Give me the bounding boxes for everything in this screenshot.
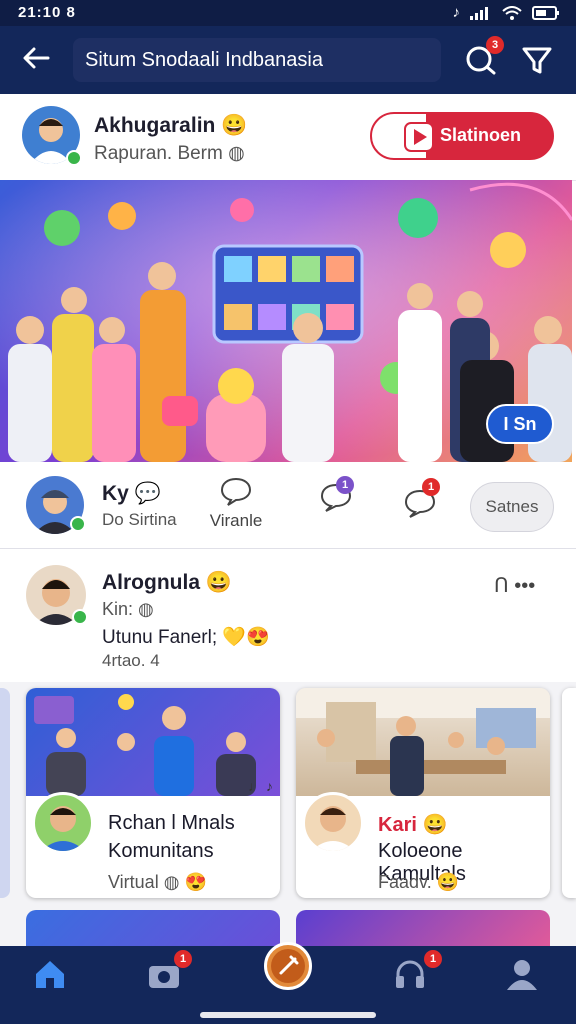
- home-icon[interactable]: [32, 956, 72, 996]
- live-button[interactable]: Slatinoen: [370, 112, 554, 160]
- status-time: 21:10 8: [18, 4, 76, 21]
- headphones-icon[interactable]: 1: [392, 950, 442, 996]
- online-indicator: [66, 150, 82, 166]
- wifi-icon: [502, 5, 522, 20]
- filter-icon[interactable]: [520, 42, 556, 78]
- back-arrow-icon[interactable]: [20, 42, 56, 78]
- card-carousel: ♩ ♪ Rchan l Mnals Komunitans Virtual ◍ 😍…: [0, 682, 576, 946]
- play-icon: [404, 122, 434, 152]
- message-badge: 1: [422, 478, 440, 496]
- card-image: [26, 688, 280, 796]
- top-app-bar: Situm Snodaali Indbanasia 3: [0, 26, 576, 94]
- home-indicator: [200, 1012, 376, 1018]
- signal-icon: [470, 6, 488, 20]
- post-author: Alrognula 😀: [102, 571, 232, 594]
- globe-icon: ◍: [228, 143, 245, 164]
- verified-icon: 💬: [134, 482, 161, 505]
- music-icon: ♩ ♪: [248, 778, 273, 794]
- battery-icon: [532, 5, 559, 20]
- message-action[interactable]: 1: [400, 478, 440, 523]
- card-title: Rchan l Mnals: [108, 812, 235, 834]
- profile-name: Akhugaralin 😀: [94, 114, 248, 137]
- card-image: [296, 688, 550, 796]
- camera-badge: 1: [174, 950, 192, 968]
- comment-badge: 1: [336, 476, 354, 494]
- search-input[interactable]: Situm Snodaali Indbanasia: [73, 38, 441, 82]
- post-meta: Kin: ◍: [102, 599, 154, 619]
- globe-icon: ◍: [138, 599, 154, 619]
- card-subtitle: Komunitans: [108, 840, 214, 862]
- status-icons: ♪: [453, 4, 561, 21]
- camera-icon[interactable]: 1: [146, 950, 192, 996]
- card-meta: Faadv. 😀: [378, 872, 460, 892]
- profile-subtitle: Rapuran. Berm ◍: [94, 143, 245, 164]
- card-meta: Virtual ◍ 😍: [108, 872, 207, 892]
- card-avatar: [302, 792, 364, 854]
- comment-action[interactable]: 1: [316, 476, 356, 517]
- headphones-badge: 1: [424, 950, 442, 968]
- like-action[interactable]: Viranle: [206, 476, 266, 531]
- next-card-image: [26, 910, 280, 946]
- user-name: Ky 💬: [102, 482, 161, 505]
- user-subtitle: Do Sirtina: [102, 510, 177, 529]
- notification-badge: 3: [486, 36, 504, 54]
- online-indicator: [72, 609, 88, 625]
- community-card[interactable]: Kari 😀 Koloeone Kamultals Faadv. 😀: [296, 688, 550, 898]
- globe-icon: ◍: [163, 872, 180, 892]
- card-peek-right: [562, 688, 576, 898]
- post-card: Alrognula 😀 Kin: ◍ Utunu Fanerl; 💛😍 4rta…: [0, 549, 576, 679]
- more-options-icon[interactable]: Ո •••: [494, 573, 535, 598]
- search-icon[interactable]: 3: [464, 36, 504, 78]
- speech-bubble-icon: [220, 477, 252, 506]
- community-card[interactable]: ♩ ♪ Rchan l Mnals Komunitans Virtual ◍ 😍: [26, 688, 280, 898]
- share-button[interactable]: Satnes: [470, 482, 554, 532]
- card-title: Kari 😀: [378, 814, 448, 836]
- next-card-image: [296, 910, 550, 946]
- online-indicator: [70, 516, 86, 532]
- profile-header: Akhugaralin 😀 Rapuran. Berm ◍ Slatinoen: [0, 96, 576, 181]
- create-center-button[interactable]: [264, 942, 312, 990]
- card-peek-left: [0, 688, 10, 898]
- status-bar: 21:10 8 ♪: [0, 0, 576, 26]
- card-avatar: [32, 792, 94, 854]
- hero-pill-button[interactable]: I Sn: [486, 404, 554, 444]
- profile-icon[interactable]: [504, 956, 544, 996]
- music-icon: ♪: [452, 4, 461, 21]
- post-text: Utunu Fanerl; 💛😍: [102, 627, 270, 648]
- post-time: 4rtao. 4: [102, 651, 160, 670]
